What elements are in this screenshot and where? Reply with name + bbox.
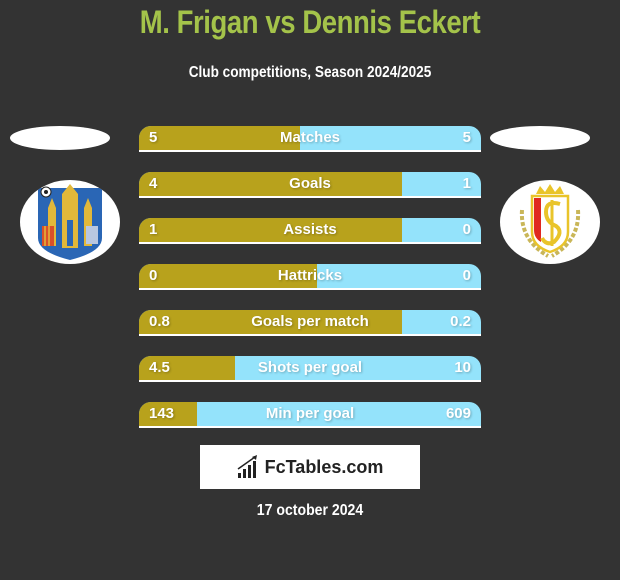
stat-label: Hattricks: [277, 267, 343, 284]
stat-label: Matches: [279, 129, 341, 146]
stat-row-assists: 1 Assists 0: [139, 218, 481, 244]
stat-row-min-per-goal: 143 Min per goal 609: [139, 402, 481, 428]
stat-row-goals-per-match: 0.8 Goals per match 0.2: [139, 310, 481, 336]
fctables-brand-link[interactable]: FcTables.com: [200, 445, 420, 489]
left-player-placeholder: [10, 126, 110, 150]
page-title: M. Frigan vs Dennis Eckert: [139, 4, 481, 40]
stat-label: Min per goal: [265, 405, 355, 422]
right-value: 5: [462, 129, 471, 146]
stat-row-goals: 4 Goals 1: [139, 172, 481, 198]
left-club-logo[interactable]: [20, 180, 120, 264]
right-value: 0: [462, 221, 471, 238]
stat-label: Goals per match: [251, 313, 369, 330]
right-value: 1: [462, 175, 471, 192]
westerlo-crest-icon: [38, 184, 102, 260]
report-date: 17 october 2024: [256, 502, 364, 519]
right-value: 609: [445, 405, 471, 422]
stat-row-shots-per-goal: 4.5 Shots per goal 10: [139, 356, 481, 382]
standard-liege-crest-icon: [519, 184, 581, 258]
right-value: 0: [462, 267, 471, 284]
right-value: 10: [454, 359, 471, 376]
stat-row-matches: 5 Matches 5: [139, 126, 481, 152]
stat-label: Assists: [283, 221, 337, 238]
right-value: 0.2: [450, 313, 471, 330]
competition-subtitle: Club competitions, Season 2024/2025: [188, 64, 432, 81]
stat-label: Shots per goal: [257, 359, 363, 376]
right-player-placeholder: [490, 126, 590, 150]
bar-chart-icon: [237, 455, 257, 478]
stat-label: Goals: [289, 175, 331, 192]
brand-name: FcTables.com: [264, 456, 384, 477]
right-club-logo[interactable]: [500, 180, 600, 264]
stat-row-hattricks: 0 Hattricks 0: [139, 264, 481, 290]
